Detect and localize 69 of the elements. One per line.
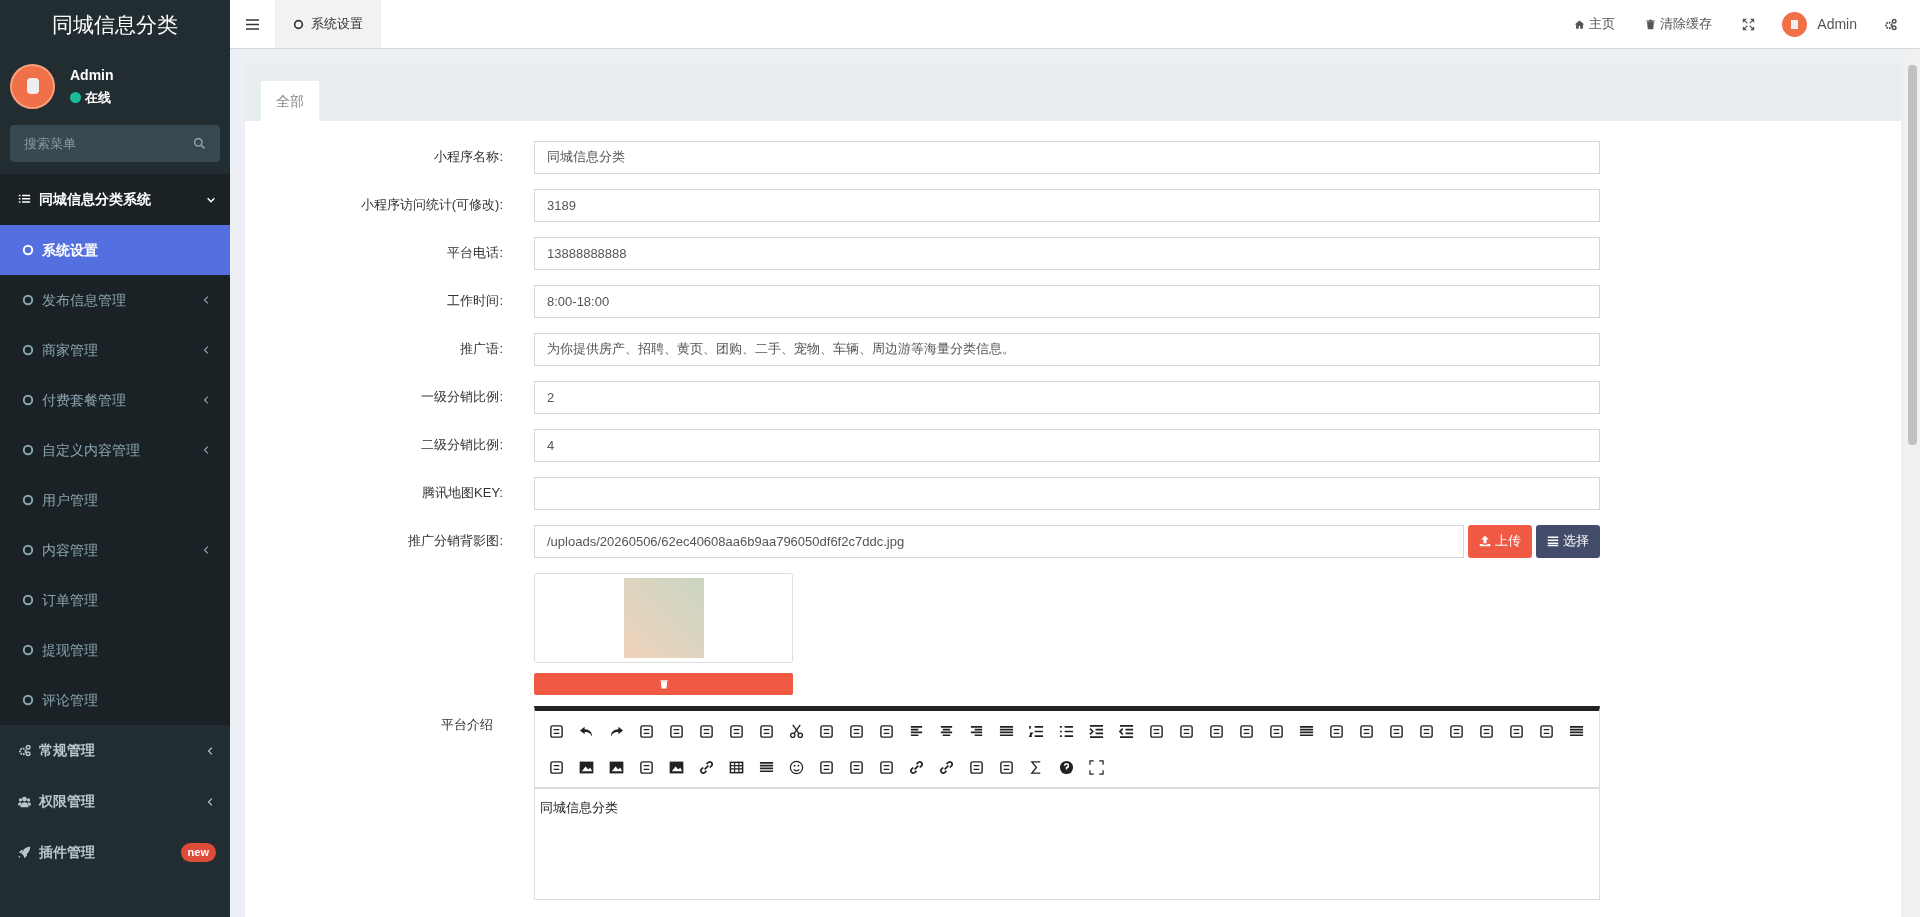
circle-icon bbox=[22, 594, 34, 606]
field-label: 腾讯地图KEY: bbox=[421, 484, 503, 503]
input-field[interactable]: 4 bbox=[534, 428, 1600, 462]
sidebar-submenu-item[interactable]: 提现管理 bbox=[0, 625, 230, 675]
sidebar-menu-item[interactable]: 权限管理 bbox=[0, 776, 230, 827]
circle-icon bbox=[22, 244, 34, 256]
upload-icon bbox=[1479, 535, 1491, 547]
app-title: 同城信息分类 bbox=[52, 11, 178, 38]
sidebar-submenu-item[interactable]: 系统设置 bbox=[0, 225, 230, 275]
sidebar-submenu-item[interactable]: 内容管理 bbox=[0, 525, 230, 575]
sidebar-submenu-item[interactable]: 付费套餐管理 bbox=[0, 375, 230, 425]
field-label: 二级分销比例: bbox=[420, 436, 503, 455]
home-icon bbox=[1574, 18, 1586, 30]
sidebar-submenu-item[interactable]: 订单管理 bbox=[0, 575, 230, 625]
list-icon bbox=[18, 193, 31, 206]
input-field[interactable]: 同城信息分类 bbox=[534, 140, 1600, 174]
home-link[interactable]: 主页 bbox=[1559, 0, 1631, 48]
sidebar-menu-item[interactable]: 同城信息分类系统 bbox=[0, 174, 230, 225]
field-label: 小程序访问统计(可修改): bbox=[359, 196, 503, 215]
input-field[interactable]: 13888888888 bbox=[534, 236, 1600, 270]
editor-content: 同城信息分类 bbox=[540, 799, 619, 817]
sidebar-submenu-item[interactable]: 评论管理 bbox=[0, 675, 230, 725]
input-field[interactable]: 为你提供房产、招聘、黄页、团购、二手、宠物、车辆、周边游等海量分类信息。 bbox=[534, 332, 1600, 366]
search-icon bbox=[193, 137, 206, 150]
trash-icon bbox=[658, 679, 669, 689]
users-icon bbox=[18, 795, 31, 808]
form-tab[interactable]: 全部 bbox=[261, 81, 319, 121]
user-status: 在线 bbox=[85, 88, 111, 107]
field-label: 推广语: bbox=[459, 340, 503, 359]
new-badge: new bbox=[180, 843, 216, 862]
input-field[interactable]: /uploads/20260506/62ec40608aa6b9aa796050df6f2c7ddc.jpg bbox=[534, 524, 1464, 558]
sidebar-menu-item[interactable]: 常规管理 bbox=[0, 725, 230, 776]
field-label: 推广分销背影图: bbox=[407, 532, 503, 551]
field-label: 平台电话: bbox=[446, 244, 503, 263]
user-name: Admin bbox=[70, 65, 114, 85]
circle-icon bbox=[22, 494, 34, 506]
field-label: 工作时间: bbox=[446, 292, 503, 311]
circle-icon bbox=[22, 444, 34, 456]
circle-icon bbox=[22, 294, 34, 306]
sidebar-menu-item[interactable]: 插件管理 new bbox=[0, 827, 230, 878]
circle-icon bbox=[22, 544, 34, 556]
choose-button[interactable]: 选择 bbox=[1536, 524, 1600, 558]
input-field[interactable]: 2 bbox=[534, 380, 1600, 414]
field-label: 平台介绍 bbox=[440, 716, 494, 734]
input-field[interactable]: 8:00-18:00 bbox=[534, 284, 1600, 318]
circle-icon bbox=[293, 18, 304, 30]
input-field[interactable] bbox=[534, 476, 1600, 510]
circle-icon bbox=[22, 344, 34, 356]
sidebar-submenu-item[interactable]: 发布信息管理 bbox=[0, 275, 230, 325]
rocket-icon bbox=[18, 846, 31, 859]
gears-icon bbox=[18, 744, 31, 757]
sidebar-submenu-item[interactable]: 自定义内容管理 bbox=[0, 425, 230, 475]
input-field[interactable]: 3189 bbox=[534, 188, 1600, 222]
sidebar-submenu-item[interactable]: 用户管理 bbox=[0, 475, 230, 525]
scrollbar[interactable] bbox=[1905, 49, 1920, 917]
field-label: 小程序名称: bbox=[433, 148, 503, 167]
user-menu[interactable]: Admin bbox=[1770, 0, 1869, 48]
field-label: 一级分销比例: bbox=[420, 388, 503, 407]
search-field[interactable]: 搜索菜单 bbox=[10, 125, 220, 162]
sidebar-submenu-item[interactable]: 商家管理 bbox=[0, 325, 230, 375]
trash-icon bbox=[1645, 18, 1657, 30]
circle-icon bbox=[22, 394, 34, 406]
avatar bbox=[1782, 11, 1808, 37]
avatar bbox=[10, 63, 55, 109]
circle-icon bbox=[22, 644, 34, 656]
clear-cache-link[interactable]: 清除缓存 bbox=[1630, 0, 1728, 48]
list-icon bbox=[1547, 535, 1559, 547]
circle-icon bbox=[22, 694, 34, 706]
page-tab[interactable]: 系统设置 bbox=[275, 0, 381, 48]
